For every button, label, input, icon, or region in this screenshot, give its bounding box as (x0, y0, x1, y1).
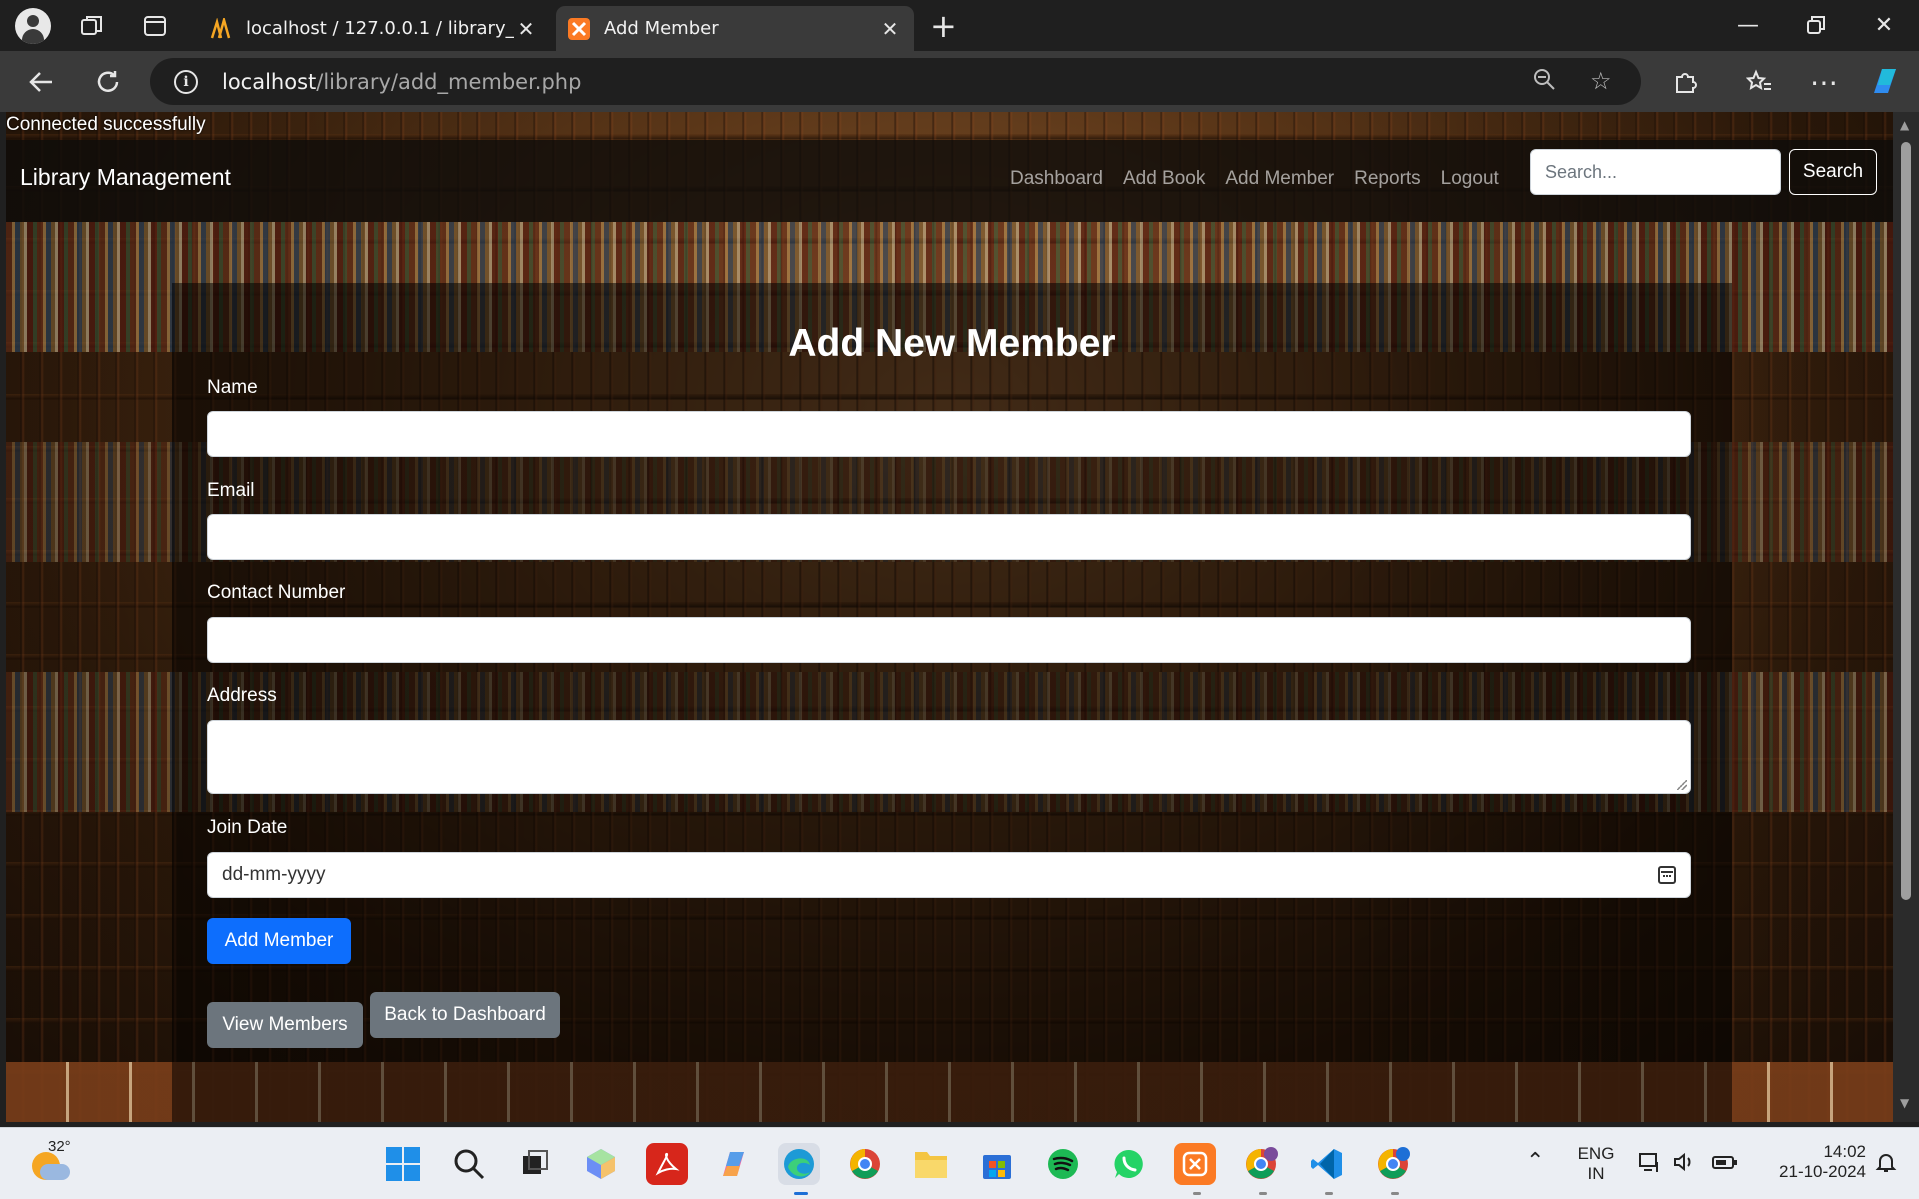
calendar-icon[interactable] (1658, 866, 1676, 884)
spotify-icon[interactable] (1042, 1143, 1084, 1185)
chrome-canary-icon[interactable] (1372, 1143, 1414, 1185)
copilot-icon[interactable] (1866, 63, 1904, 101)
new-tab-icon[interactable]: + (930, 10, 957, 42)
close-tab-icon[interactable]: ✕ (514, 17, 538, 41)
address-bar[interactable]: i localhost/library/add_member.php ☆ (150, 58, 1641, 105)
running-app-indicator (1259, 1192, 1267, 1195)
weather-widget[interactable]: 32° (28, 1138, 72, 1186)
copilot-icon[interactable] (712, 1143, 754, 1185)
workspaces-icon[interactable] (76, 10, 108, 42)
tab-add-member[interactable]: Add Member ✕ (556, 6, 914, 51)
nav-link-logout[interactable]: Logout (1441, 168, 1499, 190)
zoom-out-icon[interactable] (1532, 67, 1556, 97)
brand-logo-text[interactable]: Library Management (20, 164, 231, 191)
browser-tab-strip: localhost / 127.0.0.1 / library_manageme… (0, 0, 1919, 51)
connection-status-text: Connected successfully (6, 114, 206, 135)
battery-icon[interactable] (1712, 1150, 1738, 1179)
volume-icon[interactable] (1672, 1150, 1696, 1179)
address-field[interactable] (207, 720, 1691, 794)
url-text[interactable]: localhost/library/add_member.php (222, 70, 581, 94)
tab-title: localhost / 127.0.0.1 / library_manageme… (246, 18, 514, 39)
close-tab-icon[interactable]: ✕ (878, 17, 902, 41)
restore-icon[interactable] (1786, 8, 1846, 42)
tab-title: Add Member (604, 18, 719, 39)
join-date-label: Join Date (207, 817, 288, 838)
page-viewport: Connected successfully Library Managemen… (6, 112, 1893, 1122)
scrollbar-thumb[interactable] (1901, 142, 1911, 900)
chrome-profile-icon[interactable] (1240, 1143, 1282, 1185)
notifications-icon[interactable] (1874, 1150, 1898, 1179)
active-app-indicator (794, 1192, 808, 1195)
nav-links: Dashboard Add Book Add Member Reports Lo… (1010, 168, 1499, 190)
vscode-icon[interactable] (1306, 1143, 1348, 1185)
edge-icon[interactable] (778, 1143, 820, 1185)
add-member-button[interactable]: Add Member (207, 918, 351, 964)
minimize-icon[interactable]: — (1718, 8, 1778, 42)
extensions-icon[interactable] (1666, 63, 1704, 101)
back-to-dashboard-button[interactable]: Back to Dashboard (370, 992, 560, 1038)
clock[interactable]: 14:02 21-10-2024 (1756, 1142, 1866, 1182)
windows-taskbar: 32° ⌃ ENG IN 14:02 21-10-2024 (0, 1127, 1919, 1199)
name-field[interactable] (207, 411, 1691, 457)
close-window-icon[interactable]: ✕ (1854, 8, 1914, 42)
email-label: Email (207, 480, 255, 501)
join-date-placeholder: dd-mm-yyyy (222, 864, 326, 885)
site-info-icon[interactable]: i (174, 70, 198, 94)
xampp-icon (568, 17, 590, 40)
refresh-icon[interactable] (89, 63, 127, 101)
clock-time: 14:02 (1823, 1142, 1866, 1161)
language-indicator[interactable]: ENG IN (1574, 1144, 1618, 1184)
microsoft-store-icon[interactable] (976, 1143, 1018, 1185)
browser-toolbar: i localhost/library/add_member.php ☆ ⋯ (0, 51, 1919, 112)
view-members-button[interactable]: View Members (207, 1002, 363, 1048)
xampp-icon[interactable] (1174, 1143, 1216, 1185)
search-icon[interactable] (448, 1143, 490, 1185)
page-title: Add New Member (788, 322, 1116, 365)
acrobat-icon[interactable] (646, 1143, 688, 1185)
nav-link-reports[interactable]: Reports (1354, 168, 1421, 190)
site-navbar: Library Management Dashboard Add Book Ad… (6, 140, 1893, 222)
back-icon[interactable] (22, 63, 60, 101)
nav-link-add-member[interactable]: Add Member (1225, 168, 1334, 190)
file-explorer-icon[interactable] (910, 1143, 952, 1185)
task-view-icon[interactable] (514, 1143, 556, 1185)
3d-box-app-icon[interactable] (580, 1143, 622, 1185)
network-icon[interactable] (1638, 1150, 1662, 1179)
language-code: ENG (1577, 1144, 1615, 1163)
contact-number-label: Contact Number (207, 582, 346, 603)
region-code: IN (1587, 1164, 1605, 1183)
cloud-icon (40, 1164, 70, 1180)
running-app-indicator (1325, 1192, 1333, 1195)
show-hidden-icons-icon[interactable]: ⌃ (1526, 1148, 1544, 1174)
join-date-field[interactable]: dd-mm-yyyy (207, 852, 1691, 898)
clock-date: 21-10-2024 (1779, 1162, 1866, 1181)
favorite-star-icon[interactable]: ☆ (1590, 67, 1612, 95)
favorites-icon[interactable] (1740, 63, 1778, 101)
phpmyadmin-icon (210, 17, 231, 38)
more-options-icon[interactable]: ⋯ (1805, 63, 1843, 101)
nav-link-dashboard[interactable]: Dashboard (1010, 168, 1103, 190)
running-app-indicator (1391, 1192, 1399, 1195)
whatsapp-icon[interactable] (1108, 1143, 1150, 1185)
tab-phpmyadmin[interactable]: localhost / 127.0.0.1 / library_manageme… (198, 6, 550, 51)
scroll-down-icon[interactable]: ▼ (1900, 1096, 1909, 1110)
page-scrollbar[interactable]: ▲ ▼ (1893, 112, 1919, 1122)
running-app-indicator (1193, 1192, 1201, 1195)
search-input[interactable] (1530, 149, 1781, 195)
name-label: Name (207, 377, 258, 398)
search-button[interactable]: Search (1789, 149, 1877, 195)
windows-start-icon[interactable] (382, 1143, 424, 1185)
nav-link-add-book[interactable]: Add Book (1123, 168, 1205, 190)
resize-handle-icon[interactable] (1677, 780, 1687, 790)
weather-temperature: 32° (48, 1138, 71, 1155)
tab-actions-icon[interactable] (139, 10, 171, 42)
contact-number-field[interactable] (207, 617, 1691, 663)
scroll-up-icon[interactable]: ▲ (1900, 118, 1909, 132)
chrome-icon[interactable] (844, 1143, 886, 1185)
address-label: Address (207, 685, 277, 706)
email-field[interactable] (207, 514, 1691, 560)
profile-avatar-icon[interactable] (15, 8, 51, 44)
